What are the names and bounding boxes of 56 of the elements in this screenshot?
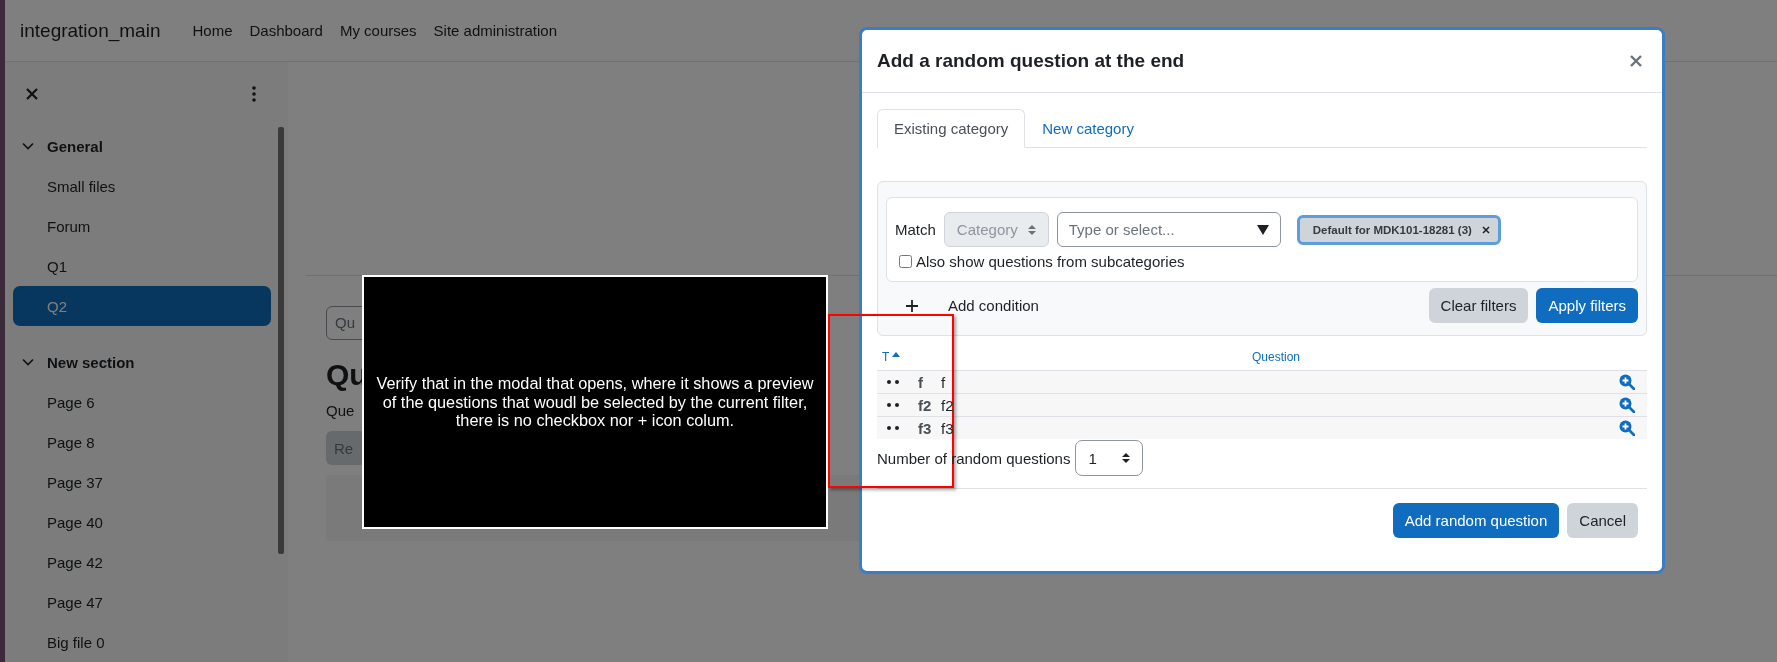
question-name: f3 (918, 419, 933, 437)
question-text: f (941, 373, 946, 391)
sidebar-item[interactable]: Page 47 (13, 582, 271, 622)
count-select[interactable]: 1 (1075, 440, 1144, 476)
nav-link[interactable]: Dashboard (249, 22, 323, 39)
sidebar-item[interactable]: Page 8 (13, 422, 271, 462)
sidebar-item[interactable]: Page 37 (13, 462, 271, 502)
nav-link[interactable]: Home (192, 22, 233, 39)
zoom-in-icon[interactable] (1619, 420, 1635, 436)
dropdown-arrow-icon[interactable] (1256, 225, 1269, 235)
sort-arrows-icon (1122, 452, 1131, 464)
modal-button[interactable]: Cancel (1567, 503, 1638, 538)
modal-title: Add a random question at the end (877, 50, 1185, 72)
more-options-icon[interactable] (252, 86, 256, 102)
column-header[interactable]: Question (1252, 350, 1301, 364)
modal-button[interactable]: Add random question (1392, 503, 1560, 538)
section-title[interactable]: General (47, 137, 103, 155)
match-label: Match (895, 221, 936, 238)
question-type-icon (887, 380, 899, 384)
section-title[interactable]: New section (47, 353, 135, 371)
zoom-in-icon[interactable] (1619, 397, 1635, 413)
nav-link[interactable]: Site administration (433, 22, 557, 39)
add-condition-link[interactable]: Add condition (948, 297, 1039, 314)
sidebar-item[interactable]: Page 6 (13, 382, 271, 422)
column-header[interactable]: T (877, 350, 1252, 364)
sort-arrows-icon (1027, 223, 1036, 236)
tab[interactable]: Existing category (877, 109, 1026, 148)
sidebar-item[interactable]: Forum (13, 206, 271, 246)
sidebar-item[interactable]: Q2 (13, 286, 271, 326)
sidebar-item[interactable]: Page 40 (13, 502, 271, 542)
sidebar-item[interactable]: Q1 (13, 246, 271, 286)
close-icon[interactable] (1630, 55, 1642, 67)
close-icon[interactable] (25, 87, 39, 101)
tab[interactable]: New category (1025, 109, 1151, 148)
question-type-icon (887, 403, 899, 407)
scrollbar[interactable] (278, 127, 284, 554)
plus-icon[interactable] (905, 298, 919, 313)
selected-tag[interactable]: Default for MDK101-18281 (3) (1296, 214, 1501, 245)
filter-button[interactable]: Clear filters (1428, 288, 1529, 323)
sidebar-item[interactable]: Small files (13, 166, 271, 206)
annotation-text: Verify that in the modal that opens, where it shows a preview of the questions that woudl be selected by the current filter, there is no checkbox nor + icon colum. (375, 373, 815, 431)
sort-ascending-icon (892, 351, 901, 357)
checkbox-label: Also show questions from subcategories (916, 253, 1185, 270)
question-name: f2 (918, 396, 933, 414)
nav-link[interactable]: My courses (339, 22, 417, 39)
remove-icon[interactable] (1481, 225, 1490, 234)
zoom-in-icon[interactable] (1619, 374, 1635, 390)
value-field[interactable]: Type or select... (1056, 212, 1281, 247)
subcategories-checkbox[interactable] (899, 255, 912, 268)
question-type-icon (887, 426, 899, 430)
site-name[interactable]: integration_main (20, 19, 161, 42)
page-text: Que (326, 402, 355, 419)
filter-button[interactable]: Apply filters (1536, 288, 1638, 323)
sidebar-item[interactable]: Big file 0 (13, 622, 271, 662)
sidebar-item[interactable]: Page 42 (13, 542, 271, 582)
question-name: f (918, 373, 924, 391)
